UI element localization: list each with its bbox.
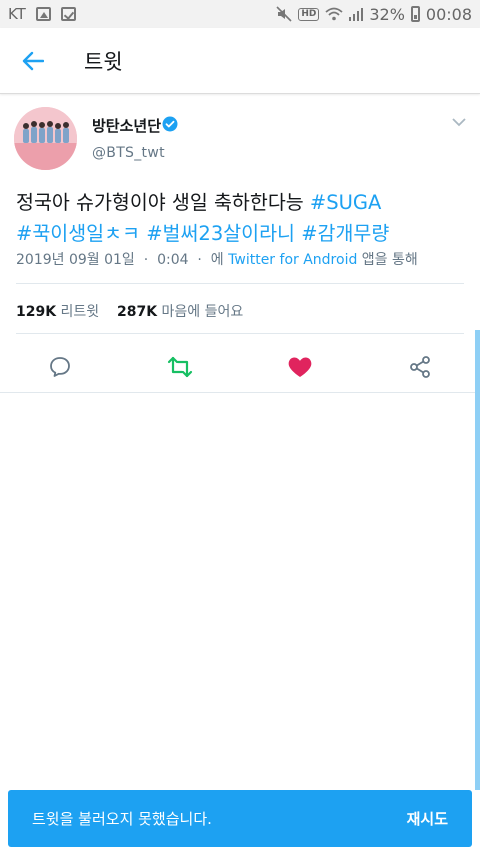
toast-message: 트윗을 불러오지 못했습니다. (32, 810, 212, 828)
battery-percent: 32% (369, 4, 405, 24)
hashtag-link[interactable]: #SUGA (310, 191, 381, 214)
retweet-icon (167, 356, 193, 378)
hashtag-link[interactable]: #꾹이생일ㅊㅋ (16, 222, 140, 245)
retweet-button[interactable] (158, 345, 202, 389)
share-icon (410, 356, 430, 378)
divider (16, 333, 464, 334)
verified-badge-icon (162, 116, 178, 132)
via-prefix: 에 (210, 252, 224, 268)
tweet-date: 2019년 09월 01일 (16, 252, 135, 268)
tweet-text-plain: 정국아 슈가형이야 생일 축하한다능 (16, 191, 310, 214)
scrollbar[interactable] (475, 330, 480, 790)
gallery-icon (35, 7, 51, 21)
avatar-image (14, 107, 77, 170)
divider (0, 392, 480, 393)
hashtag-link[interactable]: #감개무량 (301, 222, 389, 245)
tweet-stats: 129K 리트윗 287K 마음에 들어요 (16, 301, 243, 321)
likes-count: 287K (116, 304, 158, 320)
via-suffix: 앱을 통해 (361, 252, 418, 268)
author-handle[interactable]: @BTS_twt (92, 145, 165, 161)
carrier-label: KT (8, 5, 26, 23)
like-button[interactable] (278, 345, 322, 389)
reply-icon (50, 357, 70, 377)
app-header: 트윗 (0, 28, 480, 94)
back-arrow-icon (22, 51, 44, 70)
divider (16, 283, 464, 284)
battery-icon (410, 6, 420, 22)
retweets-count: 129K (16, 304, 57, 320)
hd-voice-icon: HD (298, 7, 320, 21)
retweets-stat[interactable]: 129K 리트윗 (16, 304, 99, 320)
tweet-time: 0:04 (157, 252, 189, 268)
tweet-actions (0, 345, 480, 395)
clock: 00:08 (425, 4, 472, 24)
status-bar: KT HD 32% 00:08 (0, 0, 480, 28)
task-check-icon (60, 7, 76, 21)
mute-icon (276, 6, 292, 22)
tweet-text: 정국아 슈가형이야 생일 축하한다능 #SUGA #꾹이생일ㅊㅋ #벌써23살이… (16, 187, 466, 249)
likes-stat[interactable]: 287K 마음에 들어요 (117, 304, 243, 320)
share-button[interactable] (398, 345, 442, 389)
retry-button[interactable]: 재시도 (407, 808, 448, 829)
source-link[interactable]: Twitter for Android (228, 252, 357, 268)
avatar[interactable] (14, 107, 77, 170)
likes-label: 마음에 들어요 (161, 304, 244, 320)
heart-icon (288, 357, 312, 377)
reply-button[interactable] (38, 345, 82, 389)
page-title: 트윗 (84, 49, 123, 74)
author-name[interactable]: 방탄소년단 (92, 115, 161, 136)
signal-icon (349, 8, 364, 21)
retweets-label: 리트윗 (60, 304, 100, 320)
tweet-meta: 2019년 09월 01일 · 0:04 · 에 Twitter for And… (16, 252, 418, 268)
error-toast: 트윗을 불러오지 못했습니다. 재시도 (8, 790, 472, 847)
hashtag-link[interactable]: #벌써23살이라니 (146, 222, 295, 245)
chevron-down-icon[interactable] (452, 117, 466, 127)
wifi-icon (325, 7, 343, 21)
back-button[interactable] (0, 28, 66, 94)
